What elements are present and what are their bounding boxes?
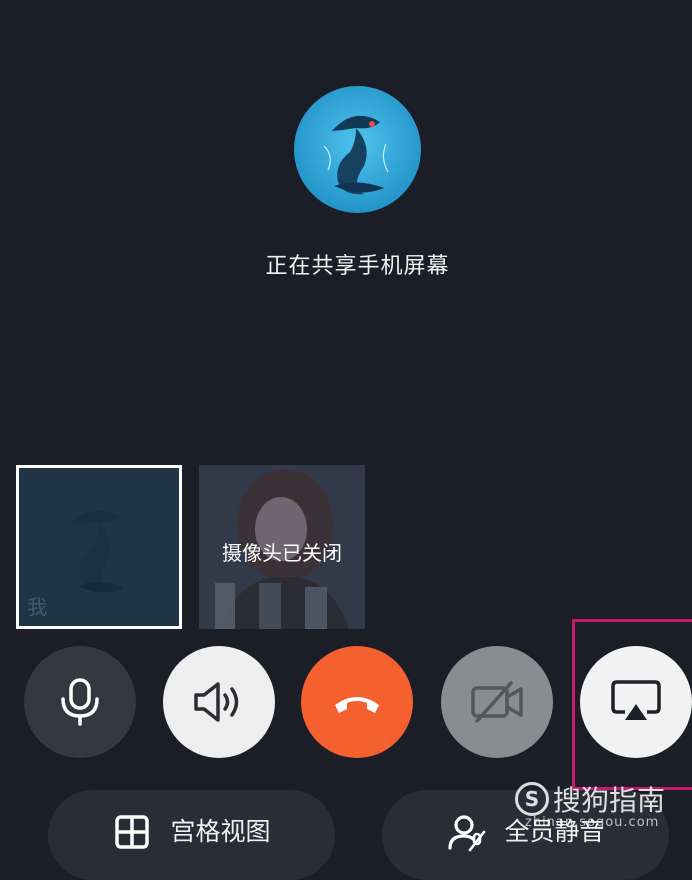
- hang-up-icon: [335, 697, 379, 713]
- highlight-box: [572, 619, 692, 790]
- microphone-icon: [61, 678, 99, 726]
- self-tile-label: 我: [27, 595, 47, 619]
- sogou-logo-icon: S: [515, 782, 549, 816]
- watermark: S 搜狗指南 zhinan.sogou.com: [515, 775, 690, 835]
- watermark-text: 搜狗指南: [553, 784, 666, 817]
- speaker-button[interactable]: [163, 646, 275, 758]
- host-avatar: [294, 86, 421, 213]
- watermark-url: zhinan.sogou.com: [525, 815, 660, 830]
- camera-toggle-button[interactable]: [441, 646, 553, 758]
- grid-icon: [112, 812, 152, 852]
- hang-up-button[interactable]: [301, 646, 413, 758]
- mute-all-icon: [446, 812, 486, 852]
- microphone-button[interactable]: [24, 646, 136, 758]
- camera-off-icon: [471, 681, 523, 723]
- grid-view-button[interactable]: 宫格视图: [48, 790, 335, 880]
- speaker-icon: [194, 682, 239, 722]
- camera-off-status: 摄像头已关闭: [222, 541, 342, 565]
- remote-video-tile[interactable]: 摄像头已关闭: [199, 465, 365, 629]
- grid-view-label: 宫格视图: [170, 817, 271, 846]
- sharing-status-text: 正在共享手机屏幕: [265, 254, 450, 279]
- self-video-tile[interactable]: 我: [16, 465, 182, 629]
